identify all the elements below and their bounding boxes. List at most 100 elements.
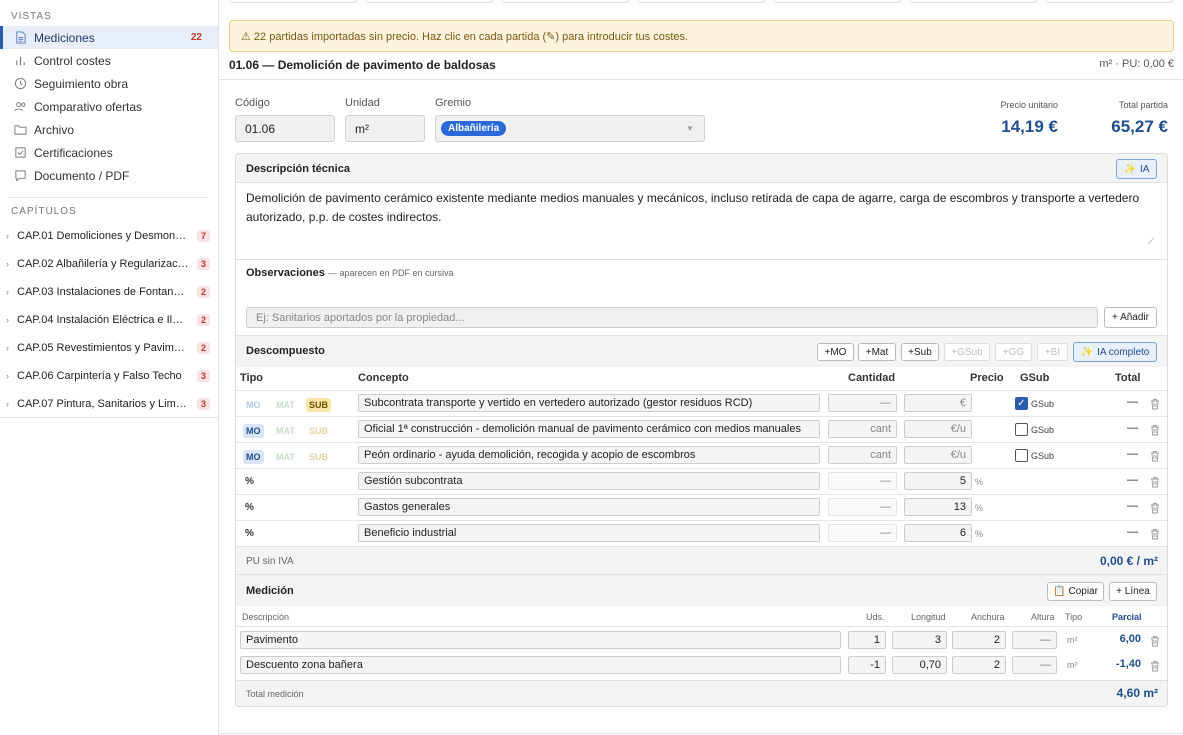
type-sub-toggle[interactable]: SUB: [306, 398, 332, 412]
row-total: —: [1127, 396, 1138, 408]
copiar-medicion-button[interactable]: 📋 Copiar: [1047, 582, 1104, 601]
med-parcial: -1,40: [1115, 658, 1141, 670]
concepto-input[interactable]: Gastos generales: [358, 498, 820, 516]
sidebar-item-mediciones[interactable]: Mediciones 22: [0, 26, 218, 49]
type-mo-toggle[interactable]: MO: [243, 398, 264, 412]
codigo-field[interactable]: 01.06: [235, 115, 335, 142]
top-tab[interactable]: [501, 0, 629, 3]
precio-input[interactable]: €/u: [904, 420, 972, 438]
trash-icon[interactable]: [1150, 450, 1160, 462]
gsub-checkbox[interactable]: [1015, 423, 1028, 436]
gsub-checkbox[interactable]: ✓: [1015, 397, 1028, 410]
cantidad-input[interactable]: —: [828, 394, 897, 412]
descripcion-ia-button[interactable]: ✨ IA: [1116, 159, 1157, 179]
add-bi-button[interactable]: +BI: [1037, 343, 1068, 361]
medicion-header: [236, 574, 1167, 606]
concepto-input[interactable]: Beneficio industrial: [358, 524, 820, 542]
gremio-select[interactable]: Albañilería ▼: [435, 115, 705, 142]
observaciones-input[interactable]: Ej: Sanitarios aportados por la propieda…: [246, 307, 1098, 328]
chevron-right-icon: ›: [6, 343, 9, 353]
type-mo-toggle[interactable]: MO: [243, 424, 264, 438]
sidebar-item-archivo[interactable]: Archivo: [0, 118, 218, 141]
row-total: —: [1127, 474, 1138, 486]
trash-icon[interactable]: [1150, 528, 1160, 540]
ia-completo-button[interactable]: ✨ IA completo: [1073, 342, 1157, 362]
sidebar-item-documento-pdf[interactable]: Documento / PDF: [0, 164, 218, 187]
med-anchura-input[interactable]: 2: [952, 631, 1006, 649]
med-col-longitud: Longitud: [911, 612, 946, 622]
chapter-count-badge: 2: [196, 342, 210, 354]
chapter-count-badge: 3: [196, 397, 210, 410]
trash-icon[interactable]: [1150, 502, 1160, 514]
med-uds-input[interactable]: -1: [848, 656, 886, 674]
concepto-input[interactable]: Gestión subcontrata: [358, 472, 820, 490]
trash-icon[interactable]: [1150, 660, 1160, 672]
unidad-field[interactable]: m²: [345, 115, 425, 142]
med-tipo: m²: [1067, 660, 1078, 670]
sidebar-item-certificaciones[interactable]: Certificaciones: [0, 141, 218, 164]
med-longitud-input[interactable]: 3: [892, 631, 947, 649]
med-descripcion-input[interactable]: Pavimento: [240, 631, 841, 649]
add-mat-button[interactable]: +Mat: [858, 343, 896, 361]
precio-input[interactable]: €: [904, 394, 972, 412]
gremio-label: Gremio: [435, 97, 472, 109]
type-mo-toggle[interactable]: MO: [243, 450, 264, 464]
med-anchura-input[interactable]: 2: [952, 656, 1006, 674]
chapter-count-badge: 2: [196, 286, 210, 298]
sidebar-chapter-item[interactable]: ›CAP.04 Instalación Eléctrica e Iluminac…: [0, 306, 218, 334]
clipboard-icon: 📋: [1053, 586, 1066, 597]
med-uds-input[interactable]: 1: [848, 631, 886, 649]
percent-input[interactable]: 5: [904, 472, 972, 490]
percent-unit: %: [975, 477, 984, 487]
add-observacion-button[interactable]: + Añadir: [1104, 307, 1157, 328]
concepto-input[interactable]: Oficial 1ª construcción - demolición man…: [358, 420, 820, 438]
descompuesto-title: Descompuesto: [246, 345, 325, 357]
type-mat-toggle[interactable]: MAT: [273, 450, 298, 464]
percent-input[interactable]: 13: [904, 498, 972, 516]
trash-icon[interactable]: [1150, 635, 1160, 647]
sidebar-item-comparativo-ofertas[interactable]: Comparativo ofertas: [0, 95, 218, 118]
trash-icon[interactable]: [1150, 476, 1160, 488]
top-tab[interactable]: [773, 0, 901, 3]
add-mo-button[interactable]: +MO: [817, 343, 854, 361]
add-gsub-button[interactable]: +GSub: [944, 343, 990, 361]
cantidad-input[interactable]: cant: [828, 446, 897, 464]
add-sub-button[interactable]: +Sub: [901, 343, 939, 361]
type-sub-toggle[interactable]: SUB: [306, 450, 331, 464]
descripcion-textarea[interactable]: Demolición de pavimento cerámico existen…: [246, 189, 1156, 227]
top-tab[interactable]: [637, 0, 765, 3]
top-tab[interactable]: [1045, 0, 1173, 3]
resize-handle-icon[interactable]: ⟋: [1148, 236, 1154, 247]
type-mat-toggle[interactable]: MAT: [273, 398, 298, 412]
percent-input[interactable]: 6: [904, 524, 972, 542]
sidebar-chapter-item[interactable]: › CAP.03 Instalaciones de Fontanería 2: [0, 278, 218, 306]
top-tab[interactable]: [229, 0, 357, 3]
sidebar-chapter-item[interactable]: › CAP.02 Albañilería y Regularización 3: [0, 250, 218, 278]
add-gg-button[interactable]: +GG: [995, 343, 1032, 361]
gsub-checkbox[interactable]: [1015, 449, 1028, 462]
sidebar-chapter-item[interactable]: › CAP.07 Pintura, Sanitarios y Limpieza 3: [0, 390, 218, 418]
type-mat-toggle[interactable]: MAT: [273, 424, 298, 438]
sidebar-item-control-costes[interactable]: Control costes: [0, 49, 218, 72]
concepto-input[interactable]: Subcontrata transporte y vertido en vert…: [358, 394, 820, 412]
sidebar-item-label: Seguimiento obra: [34, 76, 129, 91]
pu-sin-iva-label: PU sin IVA: [246, 556, 294, 567]
concepto-input[interactable]: Peón ordinario - ayuda demolición, recog…: [358, 446, 820, 464]
trash-icon[interactable]: [1150, 424, 1160, 436]
precio-input[interactable]: €/u: [904, 446, 972, 464]
sidebar-item-seguimiento-obra[interactable]: Seguimiento obra: [0, 72, 218, 95]
add-linea-button[interactable]: + Línea: [1109, 582, 1157, 601]
trash-icon[interactable]: [1150, 398, 1160, 410]
total-medicion-value: 4,60 m²: [1116, 686, 1158, 700]
top-tab[interactable]: [365, 0, 493, 3]
top-tab[interactable]: [909, 0, 1037, 3]
med-altura-input[interactable]: —: [1012, 656, 1057, 674]
med-altura-input[interactable]: —: [1012, 631, 1057, 649]
sidebar-chapter-item[interactable]: › CAP.01 Demoliciones y Desmontajes 7: [0, 222, 218, 250]
med-descripcion-input[interactable]: Descuento zona bañera: [240, 656, 841, 674]
cantidad-input[interactable]: cant: [828, 420, 897, 438]
sidebar-chapter-item[interactable]: › CAP.05 Revestimientos y Pavimentos 2: [0, 334, 218, 362]
type-sub-toggle[interactable]: SUB: [306, 424, 331, 438]
med-longitud-input[interactable]: 0,70: [892, 656, 947, 674]
sidebar-chapter-item[interactable]: › CAP.06 Carpintería y Falso Techo 3: [0, 362, 218, 390]
